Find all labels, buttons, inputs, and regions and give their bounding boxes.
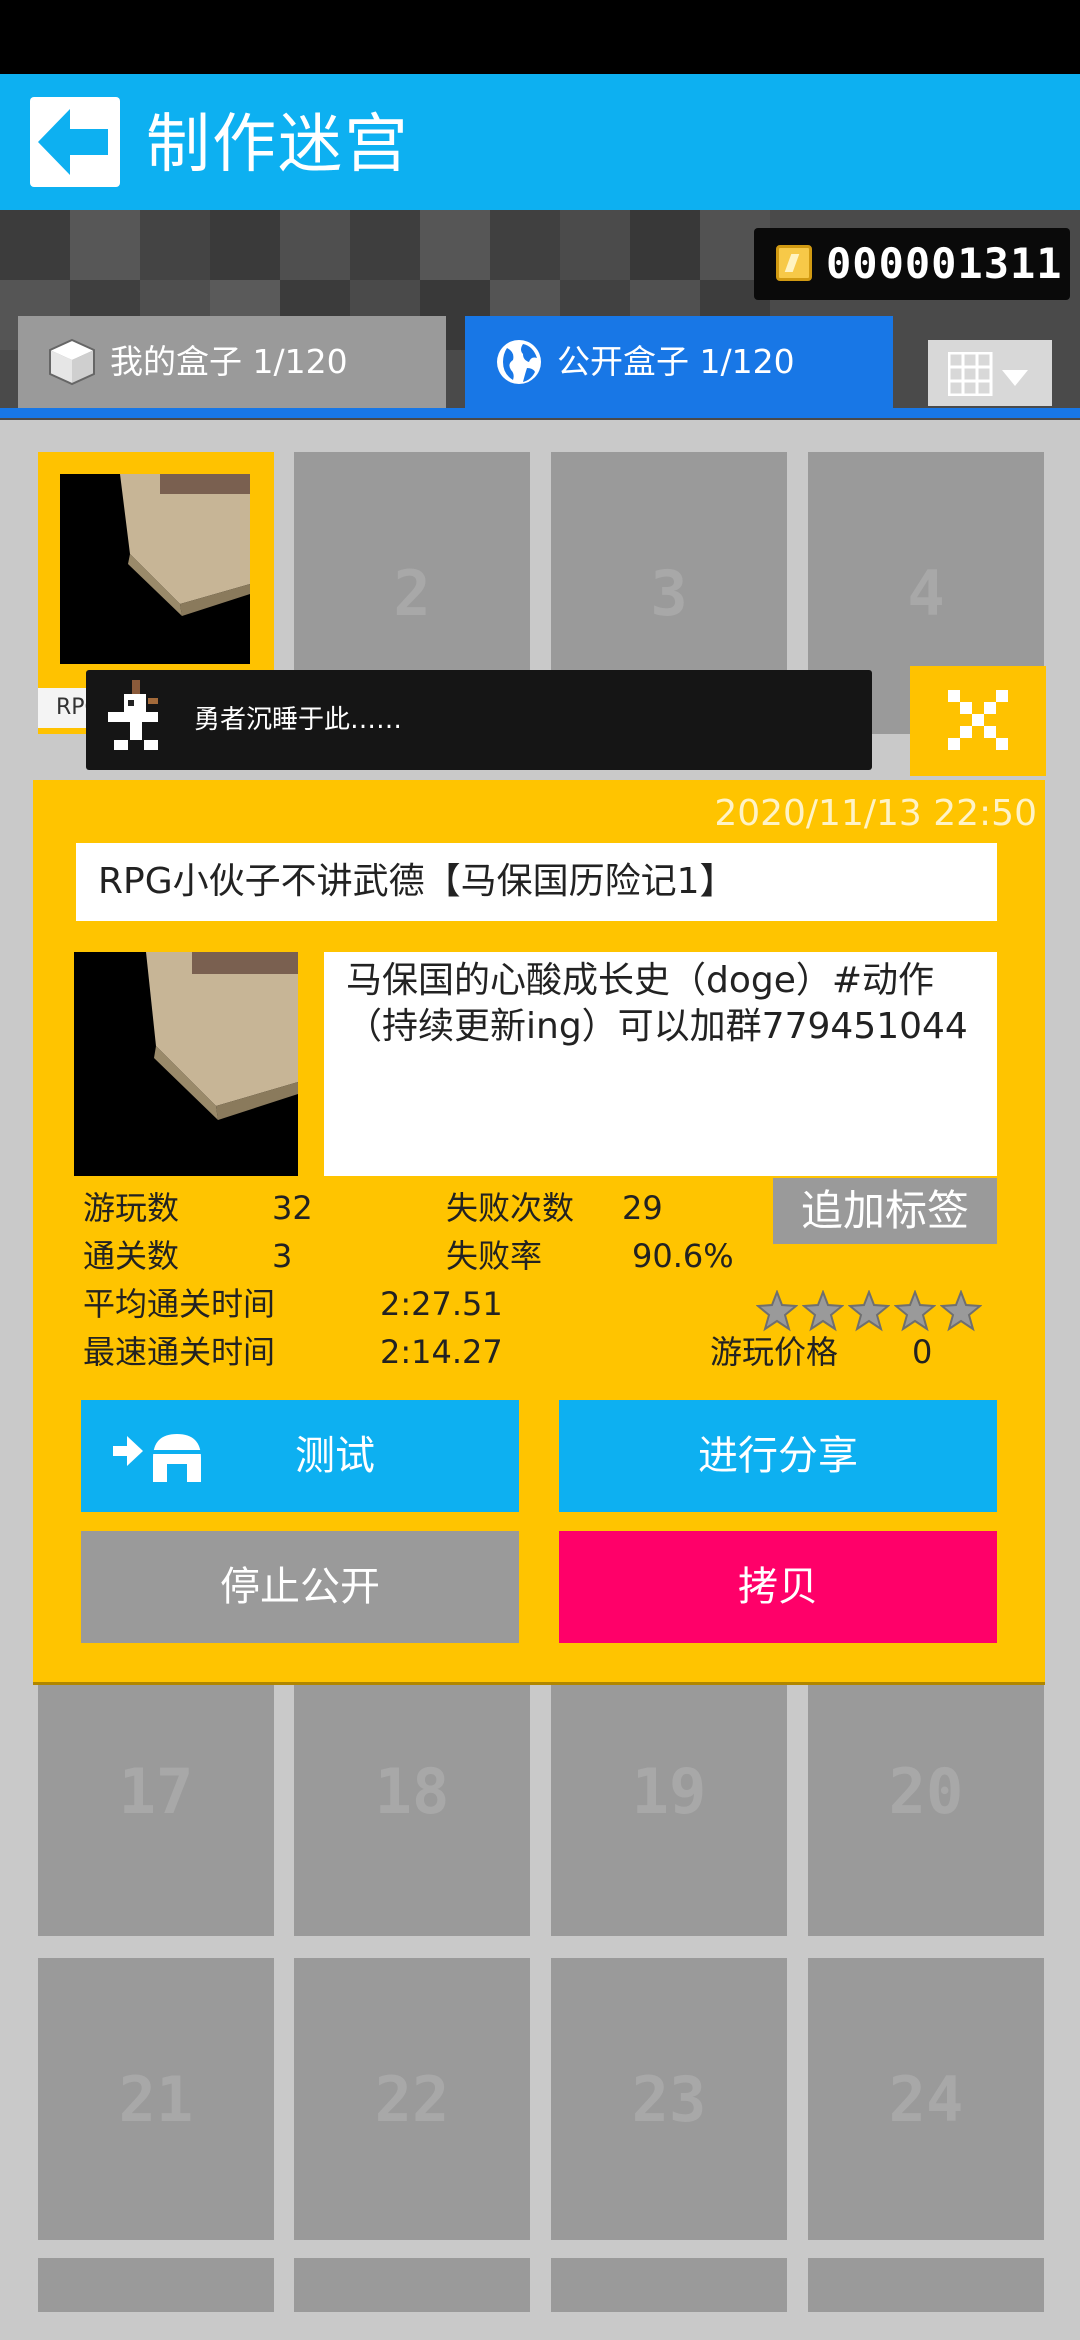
play-price-value: 0: [912, 1333, 933, 1371]
box-cell[interactable]: [808, 2258, 1044, 2312]
box-cell[interactable]: 19: [551, 1646, 787, 1936]
tab-my-boxes[interactable]: 我的盒子 1/120: [18, 316, 446, 408]
arrow-left-icon: [38, 109, 108, 175]
box-number: 18: [374, 1754, 450, 1828]
stop-public-button[interactable]: 停止公开: [81, 1531, 519, 1643]
fails-value: 29: [622, 1189, 663, 1227]
coin-value: 000001311: [826, 239, 1063, 288]
globe-icon: [497, 340, 541, 384]
share-button[interactable]: 进行分享: [559, 1400, 997, 1512]
clears-value: 3: [272, 1237, 293, 1275]
enter-maze-icon: [113, 1434, 201, 1482]
box-cell[interactable]: [38, 2258, 274, 2312]
fail-rate-value: 90.6%: [632, 1237, 734, 1275]
box-number: 17: [118, 1754, 194, 1828]
maze-preview-image: [60, 474, 250, 664]
play-price-label: 游玩价格: [710, 1333, 839, 1371]
fail-rate-label: 失败率: [446, 1237, 543, 1275]
box-thumbnail: [74, 952, 298, 1176]
copy-button[interactable]: 拷贝: [559, 1531, 997, 1643]
box-cell[interactable]: 20: [808, 1646, 1044, 1936]
box-cell[interactable]: 17: [38, 1646, 274, 1936]
close-icon: [948, 690, 1008, 750]
status-bar: [0, 0, 1080, 74]
rating-star-icon: [848, 1290, 890, 1332]
box-number: 21: [118, 2062, 194, 2136]
plays-label: 游玩数: [83, 1189, 180, 1227]
tab-public-boxes[interactable]: 公开盒子 1/120: [465, 316, 893, 408]
rating-star-icon: [802, 1290, 844, 1332]
hero-sprite-icon: [104, 678, 170, 766]
avg-clear-time-label: 平均通关时间: [83, 1285, 276, 1323]
test-button[interactable]: 测试: [81, 1400, 519, 1512]
box-1-thumbnail: [60, 474, 250, 664]
box-cell[interactable]: [551, 2258, 787, 2312]
avg-clear-time-value: 2:27.51: [380, 1285, 503, 1323]
published-date: 2020/11/13 22:50: [714, 793, 1037, 834]
box-cell[interactable]: 22: [294, 1958, 530, 2240]
box-cell[interactable]: 21: [38, 1958, 274, 2240]
coin-icon: [776, 245, 812, 281]
message-text: 勇者沉睡于此……: [194, 705, 403, 735]
tab-underline: [0, 408, 1080, 418]
fails-label: 失败次数: [446, 1189, 575, 1227]
box-number: 24: [888, 2062, 964, 2136]
back-button[interactable]: [30, 97, 120, 187]
tab-my-boxes-label: 我的盒子 1/120: [110, 342, 348, 381]
box-cell[interactable]: 24: [808, 1958, 1044, 2240]
best-clear-time-value: 2:14.27: [380, 1333, 503, 1371]
plays-value: 32: [272, 1189, 313, 1227]
test-button-label: 测试: [295, 1433, 375, 1479]
rating-star-icon: [940, 1290, 982, 1332]
clears-label: 通关数: [83, 1237, 180, 1275]
close-button[interactable]: [910, 666, 1046, 776]
best-clear-time-label: 最速通关时间: [83, 1333, 276, 1371]
box-title-text: RPG小伙子不讲武德【马保国历险记1】: [98, 861, 736, 902]
box-cell[interactable]: [294, 2258, 530, 2312]
box-cell[interactable]: 18: [294, 1646, 530, 1936]
view-toggle-button[interactable]: [928, 340, 1052, 406]
box-cell[interactable]: 23: [551, 1958, 787, 2240]
tab-public-boxes-label: 公开盒子 1/120: [557, 342, 795, 381]
rating-star-icon: [756, 1290, 798, 1332]
description-text: 马保国的心酸成长史（doge）#动作（持续更新ing）可以加群779451044: [346, 960, 968, 1047]
maze-preview-image: [74, 952, 298, 1176]
grid-view-icon: [948, 352, 1028, 396]
box-number: 19: [631, 1754, 707, 1828]
page-title: 制作迷宫: [146, 108, 410, 182]
add-tag-button[interactable]: 追加标签: [773, 1178, 997, 1244]
cube-icon: [49, 338, 95, 386]
box-number: 22: [374, 2062, 450, 2136]
rating-star-icon: [894, 1290, 936, 1332]
box-number: 23: [631, 2062, 707, 2136]
box-number: 20: [888, 1754, 964, 1828]
